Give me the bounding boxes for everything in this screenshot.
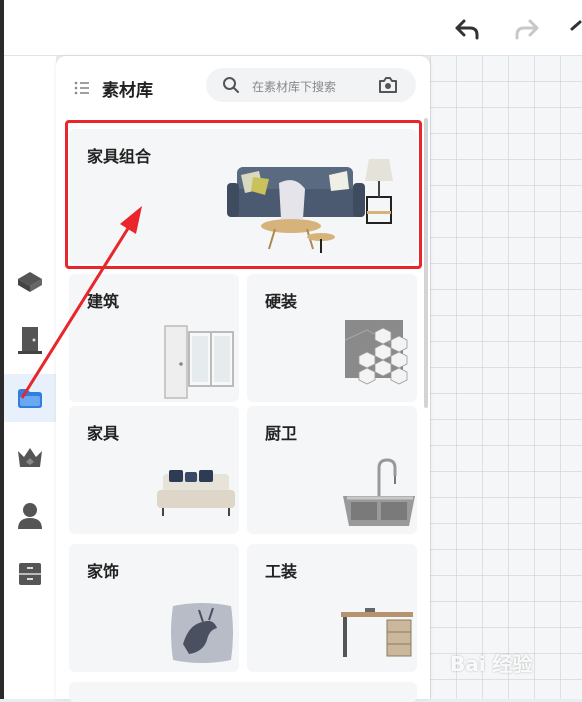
watermark: Bai 经验 <box>450 652 533 676</box>
annotation-arrow <box>20 206 142 399</box>
